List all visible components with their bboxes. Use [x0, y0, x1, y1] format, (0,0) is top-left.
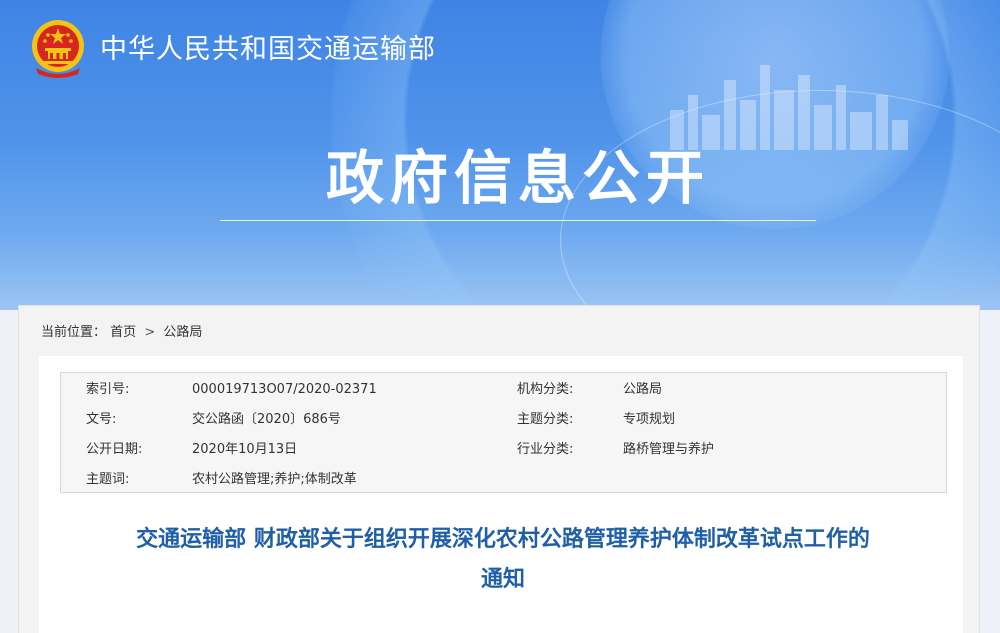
- header-banner: 中华人民共和国交通运输部 政府信息公开: [0, 0, 1000, 310]
- organization-category-label: 机构分类:: [517, 382, 574, 397]
- city-skyline: [660, 60, 920, 150]
- topic-category-value: 专项规划: [623, 412, 676, 427]
- banner-title: 政府信息公开: [325, 144, 710, 212]
- industry-category-label: 行业分类:: [517, 442, 574, 457]
- document-number-label: 文号:: [86, 412, 117, 427]
- document-title-line-2: 通知: [480, 567, 525, 592]
- banner-title-underline: [220, 220, 816, 221]
- document-number-value: 交公路函〔2020〕686号: [192, 412, 341, 427]
- publish-date-value: 2020年10月13日: [192, 442, 298, 457]
- metadata-row: 公开日期: 2020年10月13日 行业分类: 路桥管理与养护: [61, 435, 948, 465]
- breadcrumb-label: 当前位置：: [41, 325, 107, 340]
- breadcrumb-highway-bureau-link[interactable]: 公路局: [163, 323, 202, 343]
- metadata-row: 文号: 交公路函〔2020〕686号 主题分类: 专项规划: [61, 405, 948, 435]
- breadcrumb-separator: >: [144, 325, 156, 340]
- site-name[interactable]: 中华人民共和国交通运输部: [100, 30, 436, 70]
- content-panel: 索引号: 000019713O07/2020-02371 机构分类: 公路局 文…: [39, 356, 963, 633]
- document-title-line-1: 交通运输部 财政部关于组织开展深化农村公路管理养护体制改革试点工作的: [136, 527, 870, 552]
- document-metadata-table: 索引号: 000019713O07/2020-02371 机构分类: 公路局 文…: [60, 372, 947, 493]
- main-content-card: 当前位置： 首页 > 公路局 索引号: 000019713O07/2020-02…: [18, 305, 980, 633]
- keywords-value: 农村公路管理;养护;体制改革: [192, 472, 357, 487]
- index-number-value: 000019713O07/2020-02371: [192, 382, 377, 397]
- breadcrumb: 当前位置： 首页 > 公路局: [41, 323, 202, 343]
- keywords-label: 主题词:: [86, 472, 130, 487]
- topic-category-label: 主题分类:: [517, 412, 574, 427]
- breadcrumb-home-link[interactable]: 首页: [110, 323, 136, 343]
- publish-date-label: 公开日期:: [86, 442, 143, 457]
- document-title: 交通运输部 财政部关于组织开展深化农村公路管理养护体制改革试点工作的 通知: [61, 520, 945, 600]
- organization-category-value: 公路局: [623, 382, 663, 397]
- industry-category-value: 路桥管理与养护: [623, 442, 715, 457]
- metadata-row: 主题词: 农村公路管理;养护;体制改革: [61, 465, 948, 495]
- metadata-row: 索引号: 000019713O07/2020-02371 机构分类: 公路局: [61, 375, 948, 405]
- national-emblem-icon[interactable]: [28, 18, 88, 80]
- index-number-label: 索引号:: [86, 382, 130, 397]
